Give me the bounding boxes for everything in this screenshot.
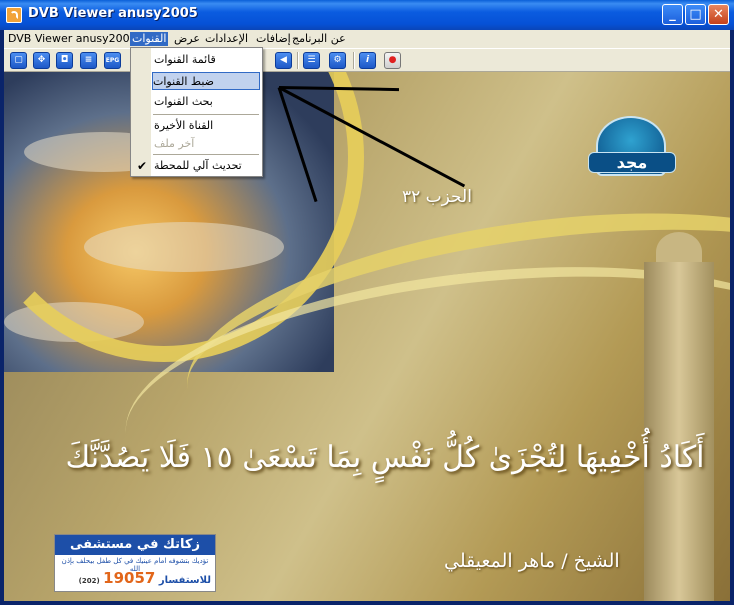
minimize-button[interactable]: _ <box>662 4 683 25</box>
toolbar-separator <box>353 52 355 69</box>
menu-item-channel-list[interactable]: قائمة القنوات <box>132 51 261 69</box>
menu-dvb-viewer[interactable]: DVB Viewer anusy2005 <box>8 32 137 46</box>
info-icon[interactable]: i <box>359 52 376 69</box>
minaret <box>644 262 714 601</box>
menu-bar: DVB Viewer anusy2005 القنوات عرض الإعداد… <box>4 30 730 48</box>
epg-icon[interactable]: EPG <box>104 52 121 69</box>
menu-item-label: قائمة القنوات <box>154 53 216 66</box>
menu-item-label: آخر ملف <box>154 137 195 150</box>
channels-dropdown-menu: قائمة القنوات ضبط القنوات بحث القنوات ال… <box>130 47 263 177</box>
toolbar-separator <box>297 52 299 69</box>
menu-separator <box>153 114 259 115</box>
window-icon[interactable]: ▢ <box>10 52 27 69</box>
tools-icon[interactable]: ⚙ <box>329 52 346 69</box>
menu-item-label: القناة الأخيرة <box>154 119 214 132</box>
title-bar[interactable]: DVB Viewer anusy2005 _ □ ✕ <box>0 0 734 30</box>
menu-item-auto-update[interactable]: ✔ تحديث آلي للمحطة <box>132 157 261 175</box>
ad-contact-label: للاستفسار <box>158 575 211 586</box>
menu-item-label: ضبط القنوات <box>153 75 214 88</box>
channels-list-icon[interactable]: ☰ <box>303 52 320 69</box>
hizb-label: الحزب ٣٢ <box>402 187 472 207</box>
ad-contact-number: 19057 <box>103 569 156 587</box>
logo-text: مجد <box>588 152 676 173</box>
move-icon[interactable]: ✥ <box>33 52 50 69</box>
video-area[interactable]: مجد الحزب ٣٢ أَكَادُ أُخْفِيهَا لِتُجْزَ… <box>4 72 730 601</box>
record-icon[interactable]: ● <box>384 52 401 69</box>
check-icon: ✔ <box>137 159 148 173</box>
menu-item-tune-channels[interactable]: ضبط القنوات <box>152 72 260 90</box>
ad-contact-code: (202) <box>78 577 100 585</box>
menu-item-last-channel[interactable]: القناة الأخيرة <box>132 117 261 135</box>
toolbar: ▢ ✥ ◘ ≡ EPG ◀ ☰ ⚙ i ● <box>4 48 730 72</box>
reciter-name: الشيخ / ماهر المعيقلي <box>444 550 620 572</box>
channel-logo: مجد <box>588 116 676 186</box>
list-icon[interactable]: ≡ <box>80 52 97 69</box>
main-window: DVB Viewer anusy2005 _ □ ✕ DVB Viewer an… <box>0 0 734 605</box>
menu-item-search-channels[interactable]: بحث القنوات <box>132 93 261 111</box>
menu-item-label: تحديث آلي للمحطة <box>154 159 242 172</box>
menu-item-label: بحث القنوات <box>154 95 213 108</box>
menu-view[interactable]: عرض <box>174 32 200 46</box>
window-title: DVB Viewer anusy2005 <box>28 6 198 21</box>
ad-banner: زكاتك في مستشفى 57357 تؤديك بتشوفه امام … <box>54 534 216 592</box>
menu-item-last-file: آخر ملف <box>132 135 261 153</box>
menu-channels[interactable]: القنوات <box>130 32 169 46</box>
menu-settings[interactable]: الإعدادات <box>205 32 248 46</box>
ad-contact: للاستفسار 19057 (202) <box>79 569 211 587</box>
menu-about[interactable]: عن البرنامج <box>292 32 346 46</box>
snapshot-icon[interactable]: ◘ <box>56 52 73 69</box>
maximize-button[interactable]: □ <box>685 4 706 25</box>
menu-plugins[interactable]: إضافات <box>256 32 291 46</box>
ad-headline: زكاتك في مستشفى 57357 <box>55 535 215 572</box>
verse-text: أَكَادُ أُخْفِيهَا لِتُجْزَىٰ كُلُّ نَفْ… <box>65 440 705 475</box>
back-icon[interactable]: ◀ <box>275 52 292 69</box>
rss-app-icon <box>6 7 22 23</box>
menu-separator <box>153 154 259 155</box>
close-button[interactable]: ✕ <box>708 4 729 25</box>
